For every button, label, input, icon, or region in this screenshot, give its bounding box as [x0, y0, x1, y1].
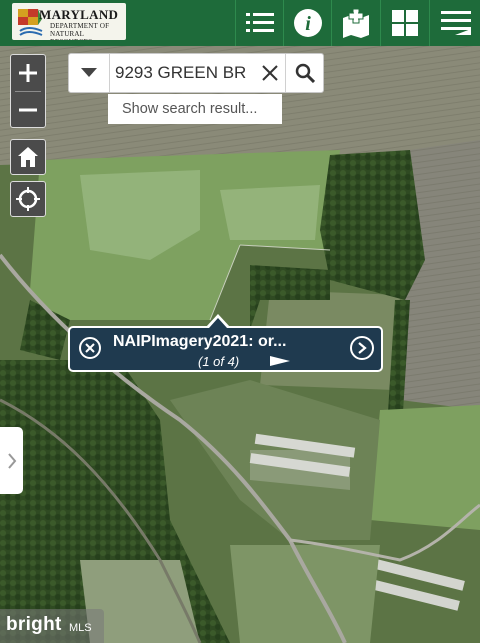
plus-icon — [19, 64, 37, 82]
minus-icon — [19, 108, 37, 112]
search-icon — [295, 63, 315, 83]
search-box: 9293 GREEN BR — [68, 53, 324, 93]
dnr-logo: MARYLAND DEPARTMENT OF NATURAL RESOURCES — [12, 3, 126, 40]
search-source-dropdown[interactable] — [69, 54, 110, 92]
app-header: MARYLAND DEPARTMENT OF NATURAL RESOURCES… — [0, 0, 480, 46]
caret-down-icon — [81, 68, 97, 77]
legend-lines-icon — [440, 11, 471, 35]
search-button[interactable] — [285, 54, 324, 92]
basemap-gallery-button[interactable] — [380, 0, 429, 46]
svg-text:i: i — [305, 13, 311, 35]
next-feature-arrow-icon[interactable] — [270, 356, 290, 366]
info-icon: i — [294, 9, 322, 37]
popup-next-button[interactable] — [350, 336, 374, 360]
list-icon — [246, 13, 274, 32]
logo-line-2: DEPARTMENT OF — [50, 22, 110, 30]
home-button[interactable] — [10, 139, 46, 175]
clear-search-button[interactable] — [255, 54, 285, 92]
zoom-in-button[interactable] — [11, 55, 45, 91]
info-button[interactable]: i — [283, 0, 332, 46]
zoom-control — [10, 54, 46, 128]
feature-popup: NAIPImagery2021: or... (1 of 4) — [68, 326, 383, 372]
watermark-suffix: MLS — [69, 622, 92, 634]
map-plus-icon — [343, 8, 369, 38]
grid-icon — [392, 10, 418, 36]
logo-line-3: NATURAL RESOURCES — [50, 30, 92, 40]
show-search-results-link[interactable]: Show search result... — [108, 94, 282, 124]
chevron-right-icon — [358, 342, 367, 354]
add-map-button[interactable] — [331, 0, 380, 46]
popup-pointer-inner — [209, 318, 227, 328]
home-icon — [18, 147, 38, 167]
crosshair-icon — [16, 187, 40, 211]
locate-button[interactable] — [10, 181, 46, 217]
chevron-right-icon — [7, 452, 16, 469]
popup-close-button[interactable] — [79, 337, 101, 359]
search-input[interactable]: 9293 GREEN BR — [115, 56, 255, 90]
zoom-out-button[interactable] — [11, 92, 45, 128]
popup-feature-count: (1 of 4) — [198, 354, 240, 369]
legend-button[interactable] — [429, 0, 480, 46]
close-icon — [262, 65, 278, 81]
mls-watermark: bright MLS — [0, 609, 104, 643]
layers-list-button[interactable] — [235, 0, 284, 46]
popup-title[interactable]: NAIPImagery2021: or... — [113, 333, 345, 351]
side-panel-toggle[interactable] — [0, 427, 23, 494]
logo-line-1: MARYLAND — [39, 7, 119, 22]
close-icon — [85, 343, 95, 353]
watermark-brand: bright — [6, 614, 62, 635]
